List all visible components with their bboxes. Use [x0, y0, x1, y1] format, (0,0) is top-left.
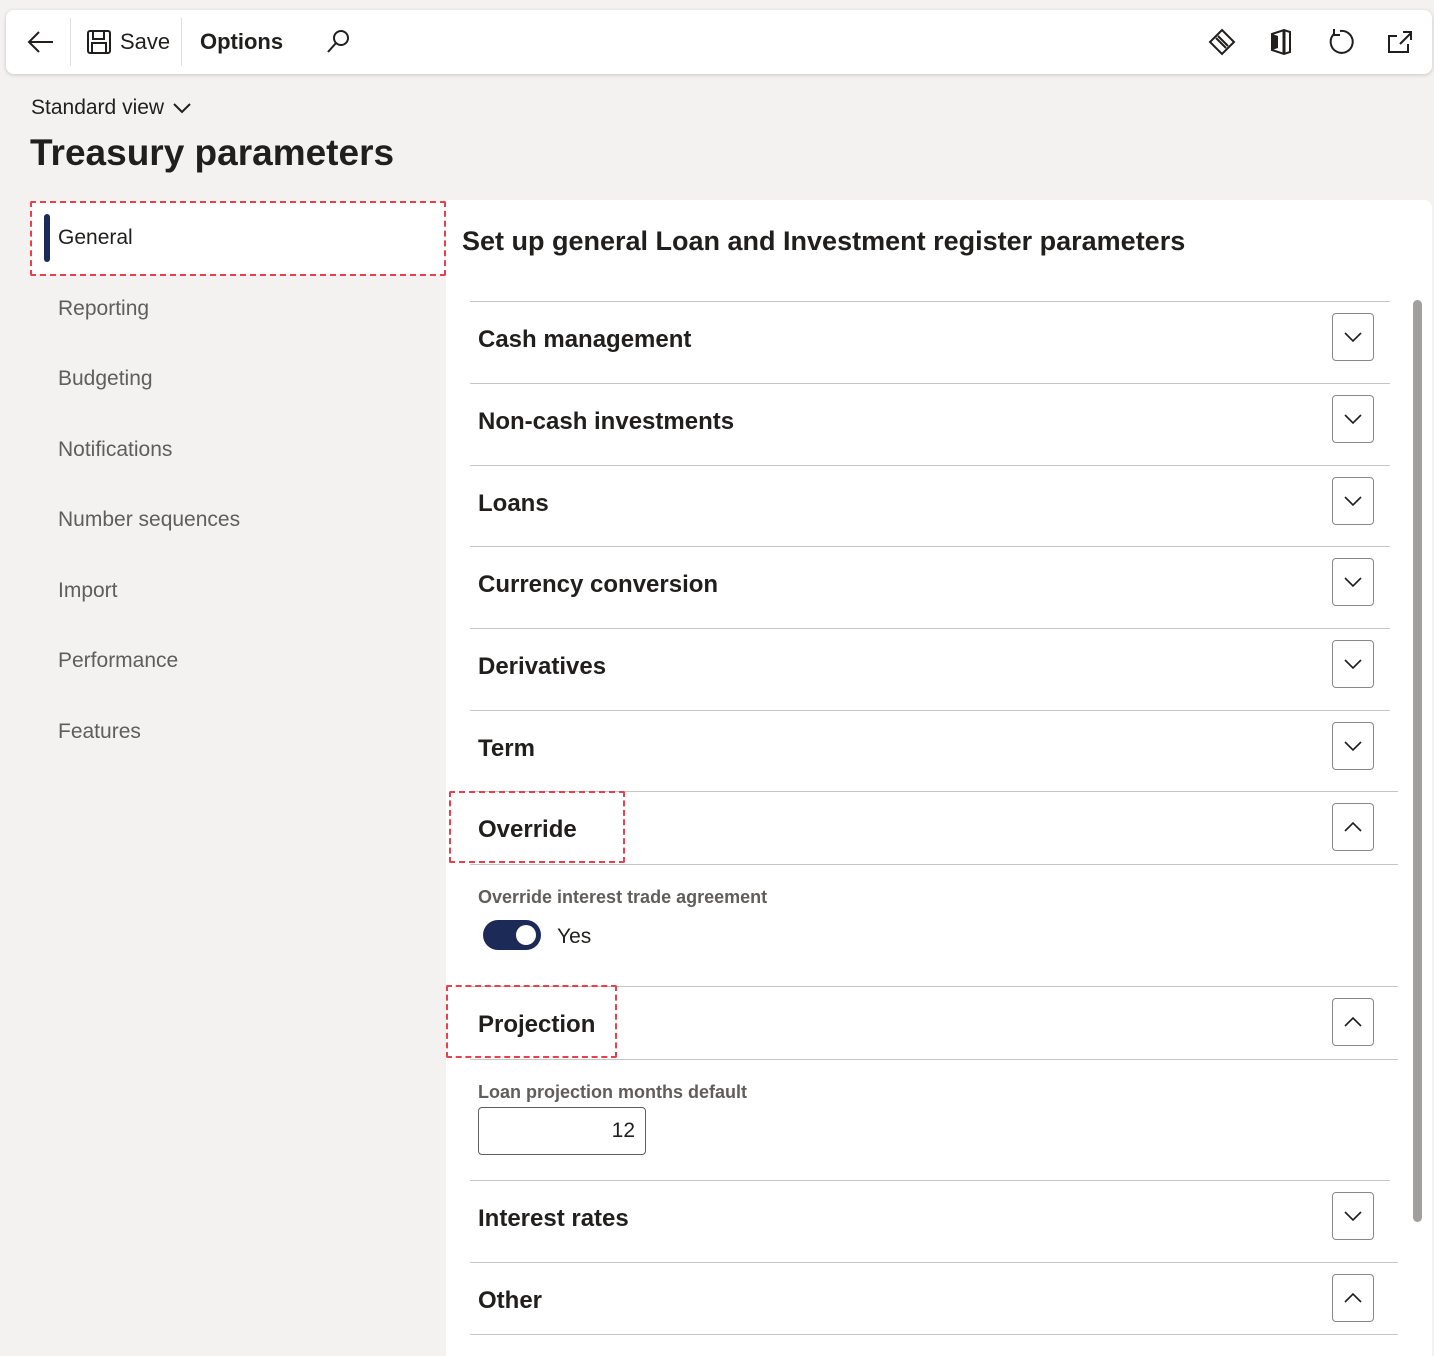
page-title: Treasury parameters	[30, 132, 395, 173]
fasttab-interest-rates[interactable]: Interest rates	[470, 1180, 1390, 1262]
fasttab-title: Derivatives	[478, 653, 607, 680]
fasttab-title: Loans	[478, 490, 549, 517]
toggle-knob	[516, 925, 536, 945]
fasttab-title: Other	[478, 1287, 543, 1314]
toggle-state-label: Yes	[557, 925, 592, 948]
nav-item-label: Notifications	[58, 438, 173, 461]
nav-item-label: Features	[58, 720, 141, 743]
nav-item-label: Performance	[58, 649, 179, 672]
nav-item-general[interactable]: General	[30, 202, 446, 274]
save-label: Save	[120, 29, 171, 54]
view-selector-label: Standard view	[31, 96, 165, 119]
fasttab-title: Interest rates	[478, 1205, 629, 1232]
loan-projection-months-label: Loan projection months default	[478, 1082, 747, 1102]
nav-item-label: Import	[58, 579, 118, 602]
chevron-down-icon	[1344, 741, 1362, 752]
collapse-button[interactable]	[1332, 803, 1374, 851]
fasttab-title: Term	[478, 735, 535, 762]
save-icon	[86, 29, 112, 55]
nav-item-import[interactable]: Import	[30, 555, 446, 627]
active-indicator	[44, 214, 50, 262]
nav-item-reporting[interactable]: Reporting	[30, 273, 446, 345]
fasttab-title: Cash management	[478, 326, 692, 353]
section-heading: Set up general Loan and Investment regis…	[462, 226, 1186, 256]
expand-button[interactable]	[1332, 640, 1374, 688]
expand-button[interactable]	[1332, 558, 1374, 606]
nav-item-performance[interactable]: Performance	[30, 625, 446, 697]
vertical-scrollbar[interactable]	[1413, 300, 1422, 1222]
expand-button[interactable]	[1332, 722, 1374, 770]
nav-item-label: Number sequences	[58, 508, 241, 531]
power-apps-icon[interactable]	[1208, 10, 1236, 74]
nav-item-notifications[interactable]: Notifications	[30, 414, 446, 486]
nav-item-label: Budgeting	[58, 367, 153, 390]
search-icon[interactable]	[324, 10, 352, 74]
nav-item-label: Reporting	[58, 297, 150, 320]
expand-button[interactable]	[1332, 395, 1374, 443]
collapse-button[interactable]	[1332, 998, 1374, 1046]
save-button[interactable]: Save	[86, 10, 170, 74]
fasttab-other: Other	[470, 1262, 1398, 1335]
chevron-down-icon	[1344, 414, 1362, 425]
chevron-down-icon	[1344, 1211, 1362, 1222]
fasttab-term[interactable]: Term	[470, 710, 1390, 792]
fasttab-projection: Projection Loan projection months defaul…	[470, 986, 1398, 1181]
override-interest-trade-agreement-toggle[interactable]	[483, 920, 541, 950]
nav-item-label: General	[58, 226, 133, 249]
nav-item-budgeting[interactable]: Budgeting	[30, 343, 446, 415]
expand-button[interactable]	[1332, 313, 1374, 361]
loan-projection-months-input[interactable]: 12	[478, 1107, 646, 1155]
main-panel: Set up general Loan and Investment regis…	[446, 200, 1432, 1356]
office-icon[interactable]	[1268, 10, 1294, 74]
override-interest-trade-agreement-label: Override interest trade agreement	[478, 887, 768, 907]
fasttab-non-cash-investments[interactable]: Non-cash investments	[470, 383, 1390, 465]
fasttab-currency-conversion[interactable]: Currency conversion	[470, 546, 1390, 628]
fasttab-title: Override	[478, 816, 577, 843]
open-in-new-window-icon[interactable]	[1386, 10, 1414, 74]
chevron-up-icon	[1344, 1016, 1362, 1027]
expand-button[interactable]	[1332, 477, 1374, 525]
fasttab-loans[interactable]: Loans	[470, 465, 1390, 547]
fasttab-title: Projection	[478, 1011, 596, 1038]
nav-item-features[interactable]: Features	[30, 696, 446, 768]
chevron-down-icon	[172, 101, 192, 115]
fasttab-divider	[470, 864, 1398, 865]
toolbar-divider	[181, 18, 182, 66]
chevron-down-icon	[1344, 659, 1362, 670]
left-nav: General Reporting Budgeting Notification…	[30, 200, 446, 1356]
collapse-button[interactable]	[1332, 1274, 1374, 1322]
fasttab-override: Override Override interest trade agreeme…	[470, 791, 1398, 987]
fasttab-cash-management[interactable]: Cash management	[470, 301, 1390, 383]
chevron-down-icon	[1344, 496, 1362, 507]
back-icon[interactable]	[26, 10, 56, 74]
chevron-down-icon	[1344, 332, 1362, 343]
chevron-down-icon	[1344, 577, 1362, 588]
action-toolbar: Save Options	[6, 10, 1432, 74]
refresh-icon[interactable]	[1326, 10, 1354, 74]
options-button[interactable]: Options	[200, 10, 283, 74]
chevron-up-icon	[1344, 1292, 1362, 1303]
chevron-up-icon	[1344, 821, 1362, 832]
options-label: Options	[200, 29, 284, 54]
expand-button[interactable]	[1332, 1192, 1374, 1240]
nav-item-number-sequences[interactable]: Number sequences	[30, 484, 446, 556]
fasttab-title: Non-cash investments	[478, 408, 735, 435]
fasttab-title: Currency conversion	[478, 571, 719, 598]
toolbar-divider	[70, 18, 71, 66]
view-selector[interactable]: Standard view	[31, 96, 192, 120]
fasttab-divider	[470, 1059, 1398, 1060]
fasttab-derivatives[interactable]: Derivatives	[470, 628, 1390, 710]
